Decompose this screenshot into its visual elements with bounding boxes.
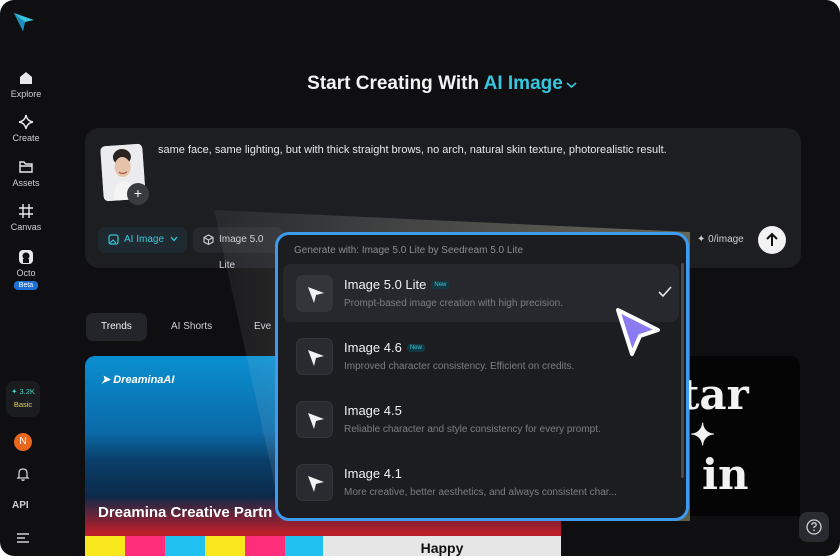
check-icon	[658, 286, 672, 298]
model-dropdown: Generate with: Image 5.0 Lite by Seedrea…	[275, 232, 689, 521]
canvas-icon	[19, 204, 33, 218]
mode-label: AI Image	[483, 73, 563, 94]
sidebar-item-canvas[interactable]: Canvas	[0, 203, 52, 232]
model-icon	[296, 275, 333, 312]
dreamina-watermark: ➤ DreaminaAI	[101, 373, 174, 386]
credit-star-icon: ✦	[11, 387, 18, 396]
help-button[interactable]	[799, 512, 829, 542]
api-link[interactable]: API	[12, 500, 29, 511]
model-name: Image 5.0 Lite	[344, 277, 427, 292]
gallery-strip-image	[85, 536, 323, 556]
new-badge: New	[431, 281, 450, 289]
mode-chip[interactable]: AI Image	[98, 227, 187, 253]
sidebar-item-label: Create	[12, 133, 40, 143]
cube-icon	[203, 234, 214, 245]
credit-star-icon: ✦	[697, 234, 706, 245]
dropdown-header: Generate with: Image 5.0 Lite by Seedrea…	[294, 245, 524, 256]
help-icon	[806, 519, 822, 535]
model-icon	[296, 401, 333, 438]
sidebar-item-octo[interactable]: Octo Beta	[0, 249, 52, 290]
image-icon	[108, 234, 119, 245]
model-description: More creative, better aesthetics, and al…	[344, 487, 617, 498]
tab-ai-shorts[interactable]: AI Shorts	[171, 313, 212, 341]
poster-text: ✦	[690, 418, 716, 453]
model-icon	[296, 338, 333, 375]
add-reference-button[interactable]: +	[127, 183, 149, 205]
poster-text: in	[702, 450, 749, 499]
model-description: Improved character consistency. Efficien…	[344, 361, 575, 372]
mode-switcher[interactable]: AI Image	[484, 73, 577, 94]
chevron-down-icon	[170, 236, 178, 242]
bell-icon[interactable]	[15, 466, 31, 482]
sidebar-item-label: Canvas	[10, 222, 42, 232]
send-button[interactable]	[758, 226, 786, 254]
beta-badge: Beta	[13, 281, 39, 290]
model-description: Reliable character and style consistency…	[344, 424, 601, 435]
avatar[interactable]: N	[14, 433, 32, 451]
sparkle-icon	[18, 114, 34, 130]
sidebar-item-assets[interactable]: Assets	[0, 159, 52, 188]
title-prefix: Start Creating With	[307, 73, 480, 94]
credits-amount: 3.2K	[19, 387, 35, 396]
credits-badge[interactable]: ✦ 3.2K Basic	[6, 381, 40, 417]
app-logo-icon[interactable]	[12, 11, 36, 33]
model-description: Prompt-based image creation with high pr…	[344, 298, 563, 309]
gallery-card-title: Dreamina Creative Partn	[98, 504, 273, 521]
sidebar-item-label: Octo	[16, 268, 36, 278]
chevron-down-icon	[566, 82, 577, 89]
poster-text: tar	[680, 370, 749, 419]
tab-events[interactable]: Eve	[254, 313, 271, 341]
menu-icon[interactable]	[15, 530, 31, 546]
gallery-strip-text: Happy	[323, 536, 561, 556]
mode-chip-label: AI Image	[124, 234, 165, 245]
model-name: Image 4.1	[344, 466, 402, 481]
tab-trends[interactable]: Trends	[86, 313, 147, 341]
arrow-up-icon	[766, 232, 778, 246]
logo-icon: ➤	[101, 374, 114, 386]
model-chip[interactable]: Image 5.0 Lite	[193, 227, 283, 271]
model-name: Image 4.5	[344, 403, 402, 418]
model-chip-label: Image 5.0 Lite	[219, 234, 264, 271]
model-option-image-4-5[interactable]: Image 4.5 Reliable character and style c…	[283, 390, 679, 448]
pointer-cursor-icon	[616, 308, 660, 356]
model-option-image-4-1[interactable]: Image 4.1 More creative, better aestheti…	[283, 453, 679, 511]
cost-indicator: ✦ 0/image	[697, 234, 744, 245]
octo-icon	[19, 250, 33, 264]
sidebar-item-create[interactable]: Create	[0, 114, 52, 143]
model-name: Image 4.6	[344, 340, 402, 355]
new-badge: New	[406, 344, 425, 352]
dropdown-scrollbar[interactable]	[681, 263, 684, 478]
plan-label: Basic	[13, 400, 33, 409]
prompt-input[interactable]: same face, same lighting, but with thick…	[158, 144, 778, 156]
folder-icon	[19, 161, 33, 173]
page-title: Start Creating With AI Image	[0, 73, 840, 95]
model-icon	[296, 464, 333, 501]
watermark-label: DreaminaAI	[113, 374, 175, 386]
sidebar-item-label: Assets	[12, 178, 40, 188]
cost-label: 0/image	[708, 234, 744, 245]
